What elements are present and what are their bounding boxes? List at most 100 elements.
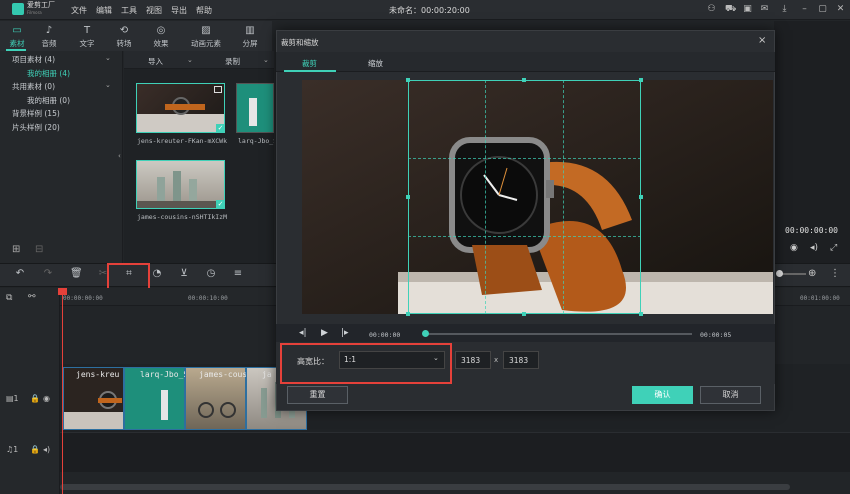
crop-handle[interactable]	[639, 195, 643, 199]
tab-crop[interactable]: 裁剪	[302, 58, 317, 69]
delete-icon[interactable]: 🗑	[70, 268, 83, 280]
audio-track	[60, 432, 850, 472]
speaker-icon[interactable]: ◂)	[43, 445, 50, 454]
height-field[interactable]: 3183	[503, 351, 539, 369]
effects-icon: ◎	[156, 25, 166, 36]
split-screen-icon: ▥	[245, 25, 255, 36]
track-header	[0, 288, 60, 494]
aspect-ratio-highlight	[280, 343, 452, 384]
crop-grid-line	[408, 236, 641, 237]
undo-icon[interactable]: ↶	[14, 268, 26, 280]
menu-file[interactable]: 文件	[71, 5, 87, 16]
gift-icon[interactable]: ▣	[743, 5, 752, 14]
tree-intro-samples[interactable]: 片头样例 (20)	[12, 122, 60, 133]
media-thumb-green[interactable]	[236, 83, 274, 133]
eye-icon[interactable]: ◉	[43, 394, 50, 403]
lock-icon[interactable]: 🔒	[30, 394, 40, 403]
zoom-slider-handle[interactable]	[776, 270, 783, 277]
import-button[interactable]: 导入	[148, 56, 163, 67]
minimize-icon[interactable]: –	[800, 5, 809, 14]
chevron-down-icon[interactable]: ⌄	[105, 81, 111, 89]
media-thumb-watch[interactable]	[136, 83, 225, 133]
fullscreen-icon[interactable]: ⤢	[830, 243, 837, 253]
confirm-button[interactable]: 确认	[632, 386, 693, 404]
tab-audio[interactable]: ♪ 音频	[32, 21, 66, 51]
end-time: 00:00:05	[700, 331, 732, 339]
account-icon[interactable]: ⚇	[707, 5, 716, 14]
ruler-label: 00:00:10:00	[188, 295, 228, 302]
tree-shared-media[interactable]: 共用素材 (0)	[12, 81, 55, 92]
play-icon[interactable]: ▶	[321, 328, 328, 338]
crop-handle[interactable]	[522, 78, 526, 82]
dialog-tabs	[276, 52, 775, 72]
snapshot-icon[interactable]: ◉	[790, 243, 798, 253]
record-button[interactable]: 录制	[225, 56, 240, 67]
zoom-in-icon[interactable]: ⊕	[808, 268, 816, 279]
prev-frame-icon[interactable]: ◂|	[299, 328, 307, 338]
next-frame-icon[interactable]: |▸	[341, 328, 349, 338]
tab-media[interactable]: ▭ 素材	[0, 21, 34, 51]
mail-icon[interactable]: ✉	[760, 5, 769, 14]
tab-transition[interactable]: ⟲ 转场	[107, 21, 141, 51]
chevron-down-icon[interactable]: ⌄	[105, 54, 111, 62]
media-thumb-bottles[interactable]	[136, 160, 225, 209]
clip-label: larq-Jbo_S	[140, 370, 189, 379]
crop-handle[interactable]	[639, 312, 643, 316]
tab-split-screen[interactable]: ▥ 分屏	[233, 21, 267, 51]
green-thumbnail-image	[249, 98, 257, 126]
close-icon[interactable]: ×	[758, 35, 766, 46]
crop-handle[interactable]	[406, 195, 410, 199]
menu-view[interactable]: 视图	[146, 5, 162, 16]
redo-icon[interactable]: ↷	[42, 268, 54, 280]
menu-export[interactable]: 导出	[171, 5, 187, 16]
maximize-icon[interactable]: ▢	[818, 5, 827, 14]
timeline-scrollbar[interactable]	[60, 484, 790, 490]
link-icon[interactable]: ⚯	[28, 292, 36, 302]
tree-bg-samples[interactable]: 背景样例 (15)	[12, 108, 60, 119]
crop-tool-highlight	[107, 263, 150, 291]
tree-my-album-shared[interactable]: 我的相册 (0)	[27, 95, 70, 106]
tree-my-album[interactable]: 我的相册 (4)	[27, 68, 70, 79]
green-screen-icon[interactable]: ⊻	[178, 268, 190, 280]
close-window-icon[interactable]: ✕	[836, 5, 845, 14]
speed-icon[interactable]: ◷	[205, 268, 217, 280]
width-field[interactable]: 3183	[455, 351, 491, 369]
tab-effects[interactable]: ◎ 效果	[144, 21, 178, 51]
chevron-down-icon[interactable]: ⌄	[263, 56, 269, 64]
download-icon[interactable]: ⤓	[780, 5, 789, 14]
chevron-down-icon[interactable]: ⌄	[187, 56, 193, 64]
volume-icon[interactable]: ◂)	[810, 243, 818, 253]
scrub-bar[interactable]	[426, 333, 692, 335]
tab-zoom[interactable]: 缩放	[368, 58, 383, 69]
tab-elements[interactable]: ▨ 动画元素	[186, 21, 226, 51]
tree-project-media[interactable]: 项目素材 (4)	[12, 54, 55, 65]
music-icon: ♪	[45, 25, 53, 36]
menu-help[interactable]: 帮助	[196, 5, 212, 16]
ruler-label: 00:01:00:00	[800, 295, 840, 302]
crop-handle[interactable]	[406, 78, 410, 82]
collapse-arrow-icon[interactable]: ‹	[118, 152, 121, 160]
menu-tools[interactable]: 工具	[121, 5, 137, 16]
more-icon[interactable]: ⋮	[830, 268, 840, 279]
menu-edit[interactable]: 编辑	[96, 5, 112, 16]
playhead-handle[interactable]	[58, 288, 67, 295]
crop-handle[interactable]	[639, 78, 643, 82]
add-track-icon[interactable]: ⧉	[6, 293, 12, 303]
cancel-button[interactable]: 取消	[700, 386, 761, 404]
elements-icon: ▨	[201, 25, 211, 36]
scrub-handle[interactable]	[422, 330, 429, 337]
color-icon[interactable]: ◔	[151, 268, 163, 280]
lock-icon[interactable]: 🔒	[30, 445, 40, 454]
clip-label: jens-kreu	[76, 370, 120, 379]
tab-text[interactable]: T 文字	[70, 21, 104, 51]
crop-handle[interactable]	[522, 312, 526, 316]
playhead[interactable]	[62, 288, 63, 494]
cart-icon[interactable]: ⛟	[725, 5, 736, 14]
active-tab-indicator	[284, 70, 336, 72]
reset-button[interactable]: 重置	[287, 386, 348, 404]
delete-folder-icon[interactable]: ⊟	[35, 244, 43, 255]
new-folder-icon[interactable]: ⊞	[12, 244, 20, 255]
crop-selection-box[interactable]	[408, 80, 641, 314]
adjust-icon[interactable]: ≡	[232, 268, 244, 280]
crop-handle[interactable]	[406, 312, 410, 316]
